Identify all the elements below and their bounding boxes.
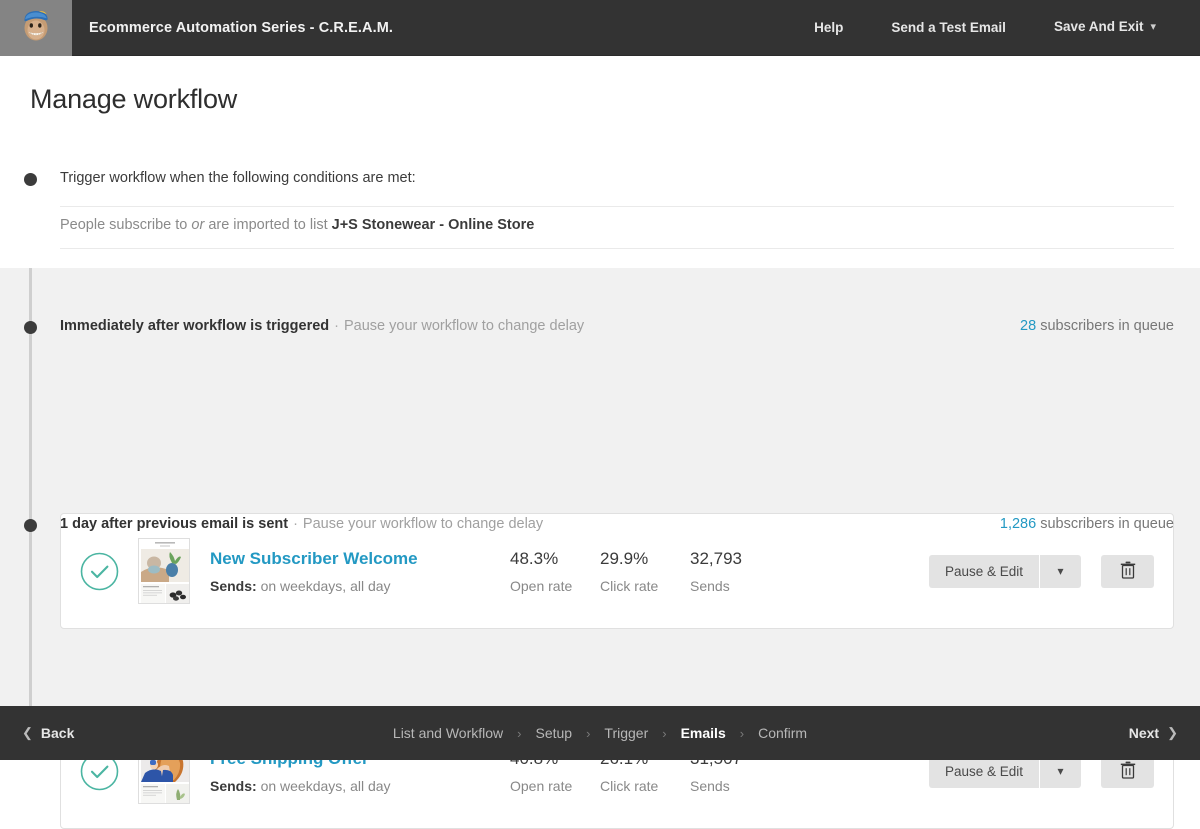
step-2-queue-label: subscribers in queue bbox=[1036, 516, 1174, 532]
email-sends-value-2: on weekdays, all day bbox=[257, 778, 391, 794]
mailchimp-logo-container[interactable] bbox=[0, 0, 72, 56]
email-actions-1: Pause & Edit ▾ bbox=[929, 555, 1154, 588]
back-button[interactable]: ❮ Back bbox=[22, 725, 74, 741]
step-1-queue-count: 28 bbox=[1020, 318, 1036, 334]
trigger-divider-top bbox=[60, 206, 1174, 207]
email-name-link-1[interactable]: New Subscriber Welcome bbox=[210, 548, 418, 570]
stat-label: Sends bbox=[690, 778, 780, 794]
step-1-queue[interactable]: 28 subscribers in queue bbox=[1020, 318, 1174, 334]
save-and-exit-menu[interactable]: Save And Exit ▾ bbox=[1030, 0, 1180, 56]
chevron-right-icon: › bbox=[662, 726, 666, 741]
stat-click-rate-1: 29.9% Click rate bbox=[600, 548, 690, 594]
trigger-condition-row: People subscribe to or are imported to l… bbox=[60, 217, 534, 233]
next-button[interactable]: Next ❯ bbox=[1129, 725, 1178, 741]
next-label: Next bbox=[1129, 725, 1159, 741]
stat-value: 29.9% bbox=[600, 548, 690, 570]
footer-nav-bar: ❮ Back List and Workflow › Setup › Trigg… bbox=[0, 706, 1200, 760]
chevron-down-icon: ▾ bbox=[1057, 564, 1063, 578]
condition-or: or bbox=[191, 217, 204, 233]
step-1-delay: Immediately after workflow is triggered bbox=[60, 318, 329, 334]
stat-sends-1: 32,793 Sends bbox=[690, 548, 780, 594]
step-1-queue-label: subscribers in queue bbox=[1036, 318, 1174, 334]
chevron-right-icon: › bbox=[586, 726, 590, 741]
step-2-queue-count: 1,286 bbox=[1000, 516, 1036, 532]
send-test-email-link[interactable]: Send a Test Email bbox=[867, 0, 1030, 56]
timeline-dot-step-1 bbox=[24, 321, 37, 334]
step-1-hint: Pause your workflow to change delay bbox=[344, 318, 584, 334]
chevron-left-icon: ❮ bbox=[22, 725, 33, 741]
top-nav: Help Send a Test Email Save And Exit ▾ bbox=[790, 0, 1200, 56]
stat-label: Click rate bbox=[600, 578, 690, 594]
wizard-step-setup[interactable]: Setup bbox=[535, 725, 572, 741]
delete-email-button-1[interactable] bbox=[1101, 555, 1154, 588]
email-info-1: New Subscriber Welcome Sends: on weekday… bbox=[210, 548, 510, 594]
save-and-exit-label: Save And Exit bbox=[1054, 19, 1144, 34]
stat-value: 32,793 bbox=[690, 548, 780, 570]
top-header-bar: Ecommerce Automation Series - C.R.E.A.M.… bbox=[0, 0, 1200, 56]
email-sends-label-2: Sends: bbox=[210, 778, 257, 794]
mailchimp-freddie-logo-icon bbox=[19, 7, 53, 48]
stat-open-rate-1: 48.3% Open rate bbox=[510, 548, 600, 594]
stat-label: Click rate bbox=[600, 778, 690, 794]
wizard-step-confirm[interactable]: Confirm bbox=[758, 725, 807, 741]
trigger-list-name: J+S Stonewear - Online Store bbox=[332, 217, 535, 233]
trash-icon bbox=[1120, 761, 1136, 782]
chevron-right-icon: › bbox=[740, 726, 744, 741]
wizard-step-list-and-workflow[interactable]: List and Workflow bbox=[393, 725, 503, 741]
step-header-2: 1 day after previous email is sent · Pau… bbox=[60, 516, 1174, 532]
email-sends-1: Sends: on weekdays, all day bbox=[210, 578, 510, 594]
wizard-breadcrumb: List and Workflow › Setup › Trigger › Em… bbox=[390, 725, 810, 741]
stat-label: Open rate bbox=[510, 778, 600, 794]
page-title: Manage workflow bbox=[30, 84, 237, 115]
wizard-step-emails[interactable]: Emails bbox=[681, 725, 726, 741]
pause-and-edit-dropdown-1[interactable]: ▾ bbox=[1040, 555, 1081, 588]
back-label: Back bbox=[41, 725, 74, 741]
stat-value: 48.3% bbox=[510, 548, 600, 570]
chevron-right-icon: › bbox=[517, 726, 521, 741]
stat-label: Sends bbox=[690, 578, 780, 594]
email-thumbnail-1 bbox=[138, 538, 190, 604]
trigger-section: Trigger workflow when the following cond… bbox=[0, 150, 1200, 268]
help-link[interactable]: Help bbox=[790, 0, 867, 56]
step-1-separator: · bbox=[334, 318, 339, 334]
email-sends-label-1: Sends: bbox=[210, 578, 257, 594]
condition-prefix: People subscribe to bbox=[60, 217, 191, 233]
check-circle-icon bbox=[80, 552, 119, 591]
chevron-right-icon: ❯ bbox=[1167, 725, 1178, 741]
step-2-queue[interactable]: 1,286 subscribers in queue bbox=[1000, 516, 1174, 532]
pause-and-edit-button-1[interactable]: Pause & Edit bbox=[929, 555, 1039, 588]
trash-icon bbox=[1120, 561, 1136, 582]
step-2-delay: 1 day after previous email is sent bbox=[60, 516, 288, 532]
email-sends-2: Sends: on weekdays, all day bbox=[210, 778, 510, 794]
step-2-separator: · bbox=[293, 516, 298, 532]
workflow-title: Ecommerce Automation Series - C.R.E.A.M. bbox=[89, 20, 393, 36]
chevron-down-icon: ▾ bbox=[1057, 764, 1063, 778]
email-sends-value-1: on weekdays, all day bbox=[257, 578, 391, 594]
stat-label: Open rate bbox=[510, 578, 600, 594]
timeline-dot-trigger bbox=[24, 173, 37, 186]
workflow-body: Trigger workflow when the following cond… bbox=[0, 150, 1200, 706]
step-2-hint: Pause your workflow to change delay bbox=[303, 516, 543, 532]
trigger-divider-bottom bbox=[60, 248, 1174, 249]
trigger-heading: Trigger workflow when the following cond… bbox=[60, 170, 416, 186]
condition-mid: are imported to list bbox=[204, 217, 331, 233]
chevron-down-icon: ▾ bbox=[1150, 0, 1156, 55]
wizard-step-trigger[interactable]: Trigger bbox=[604, 725, 648, 741]
step-header-1: Immediately after workflow is triggered … bbox=[60, 318, 1174, 334]
timeline-dot-step-2 bbox=[24, 519, 37, 532]
